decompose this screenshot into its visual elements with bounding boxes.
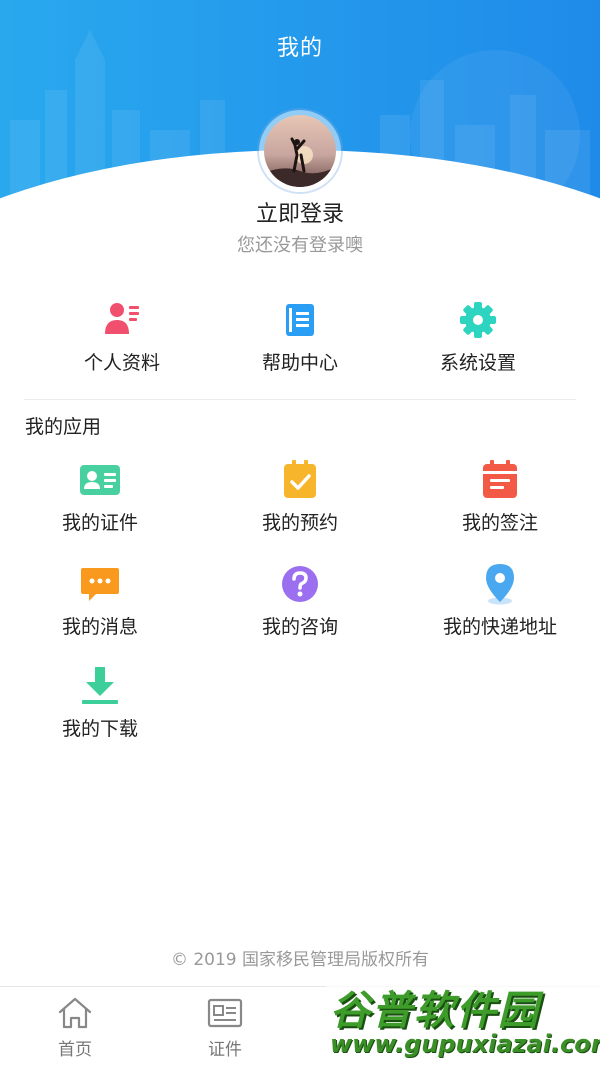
quick-item-label: 个人资料 (83, 352, 160, 374)
message-bubble-icon (81, 568, 119, 601)
quick-item-label: 系统设置 (439, 352, 516, 374)
app-item-my-downloads[interactable]: 我的下载 (0, 664, 200, 741)
profile-card-icon (105, 303, 139, 334)
divider (24, 399, 576, 400)
login-title[interactable]: 立即登录 (0, 196, 600, 228)
question-circle-icon (282, 566, 318, 602)
home-icon (58, 997, 92, 1029)
watermark-url-text: www.gupuxiazai.com (330, 1030, 600, 1058)
document-card-icon (207, 998, 243, 1028)
app-item-label: 我的消息 (61, 616, 138, 638)
app-item-label: 我的快递地址 (442, 616, 557, 638)
endorsement-calendar-icon (483, 460, 517, 498)
app-item-my-endorsement[interactable]: 我的签注 (400, 458, 600, 535)
quick-item-profile[interactable]: 个人资料 (32, 300, 212, 375)
app-item-my-delivery-address[interactable]: 我的快递地址 (400, 562, 600, 639)
quick-item-label: 帮助中心 (261, 352, 338, 374)
app-item-label: 我的咨询 (261, 616, 338, 638)
avatar[interactable] (259, 110, 341, 192)
section-title-my-apps: 我的应用 (25, 416, 102, 438)
app-item-my-id[interactable]: 我的证件 (0, 458, 200, 535)
tab-label: 证件 (208, 1040, 242, 1060)
page-title: 我的 (276, 36, 323, 61)
watermark-logo-text: 谷普软件园 (330, 988, 540, 1034)
app-item-my-consultation[interactable]: 我的咨询 (200, 562, 400, 639)
quick-item-help[interactable]: 帮助中心 (210, 300, 390, 375)
app-item-label: 我的预约 (261, 512, 338, 534)
tab-documents[interactable]: 证件 (150, 995, 300, 1060)
watermark-logo: 谷普软件园 www.gupuxiazai.com (326, 970, 600, 1067)
app-item-label: 我的签注 (461, 512, 538, 534)
app-item-label: 我的证件 (61, 512, 138, 534)
login-subtitle: 您还没有登录噢 (237, 235, 363, 256)
download-icon (82, 667, 118, 704)
app-item-label: 我的下载 (61, 718, 138, 740)
gear-icon (460, 302, 496, 338)
id-card-icon (80, 465, 120, 495)
app-item-my-messages[interactable]: 我的消息 (0, 562, 200, 639)
copyright-text: © 2019 国家移民管理局版权所有 (170, 950, 430, 970)
help-book-icon (286, 304, 314, 336)
quick-item-settings[interactable]: 系统设置 (388, 300, 568, 375)
tab-home[interactable]: 首页 (0, 995, 150, 1060)
quick-actions: 个人资料 帮助中心 系统设置 (0, 300, 600, 380)
appointment-clipboard-icon (284, 460, 316, 498)
app-item-my-appointment[interactable]: 我的预约 (200, 458, 400, 535)
tab-label: 首页 (58, 1040, 92, 1060)
avatar-image (264, 115, 336, 187)
location-pin-icon (486, 564, 514, 605)
